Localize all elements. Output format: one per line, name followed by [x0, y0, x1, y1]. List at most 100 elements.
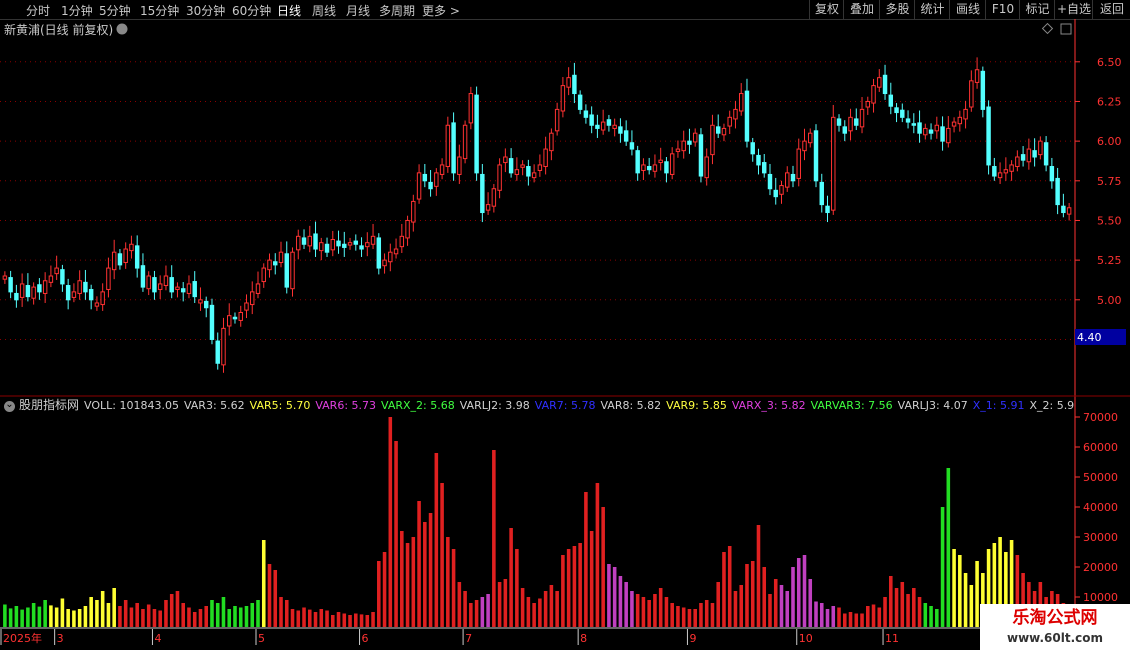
indicator-name[interactable]: 股朋指标网: [19, 398, 79, 412]
volume-bar: [607, 564, 611, 627]
volume-bar: [279, 597, 283, 627]
candle-body: [71, 291, 77, 298]
candle-body: [888, 94, 894, 107]
volume-bar: [169, 594, 174, 627]
volume-bar: [440, 483, 444, 627]
volume-bar: [572, 546, 577, 627]
volume-bar: [635, 594, 640, 627]
volume-bar: [842, 613, 847, 627]
candle-body: [1009, 164, 1014, 172]
volume-bar: [641, 597, 646, 627]
candle-body: [491, 188, 497, 207]
candle-body: [388, 251, 393, 263]
candle-body: [1049, 166, 1055, 182]
candle-body: [543, 148, 548, 168]
volume-bar: [181, 603, 185, 627]
candle-body: [1055, 177, 1060, 206]
candle-body: [111, 251, 117, 271]
volume-bar: [49, 605, 53, 627]
candle-body: [376, 237, 382, 269]
candle-body: [405, 219, 410, 239]
volume-bar: [187, 607, 191, 627]
candle-body: [1015, 156, 1020, 168]
candle-body: [963, 108, 968, 120]
x-tick-label: 10: [799, 632, 813, 645]
candle-body: [134, 245, 140, 269]
candle-body: [382, 259, 387, 267]
candle-body: [267, 259, 272, 271]
candle-body: [750, 142, 755, 155]
volume-bar: [348, 615, 352, 627]
candle-body: [2, 275, 8, 280]
volume-bar: [595, 483, 600, 627]
volume-bar: [60, 598, 65, 627]
volume-tick-label: 50000: [1083, 471, 1118, 484]
x-tick-label: 3: [57, 632, 64, 645]
volume-bar: [762, 567, 767, 627]
candle-body: [710, 124, 715, 156]
volume-bar: [555, 591, 559, 627]
candle-body: [641, 164, 646, 171]
candle-body: [336, 240, 341, 247]
candle-body: [347, 242, 353, 246]
volume-bar: [54, 607, 59, 627]
x-tick-label: 6: [362, 632, 369, 645]
candle-body: [595, 124, 600, 129]
candle-body: [273, 261, 278, 266]
volume-bar: [129, 607, 134, 627]
price-tick-label: 5.75: [1097, 175, 1122, 188]
volume-bar: [704, 600, 709, 627]
volume-bar: [365, 615, 370, 627]
candle-body: [83, 281, 88, 293]
candle-body: [342, 243, 347, 248]
watermark-logo: 乐淘公式网 www.60lt.com: [980, 604, 1130, 650]
volume-bar: [526, 597, 531, 627]
indicator-value-12: X_1: 5.91: [972, 399, 1025, 412]
volume-bar: [428, 513, 433, 627]
candle-body: [77, 280, 82, 294]
volume-bar: [802, 555, 807, 627]
candle-body: [31, 286, 36, 299]
candle-body: [900, 109, 905, 118]
indicator-value-6: VAR7: 5.78: [534, 399, 596, 412]
volume-bar: [745, 564, 749, 627]
volume-bar: [716, 582, 720, 627]
volume-bar: [72, 610, 76, 627]
candle-body: [221, 327, 226, 366]
volume-bar: [158, 610, 162, 627]
candle-body: [175, 286, 180, 290]
candle-body: [715, 126, 721, 134]
candle-body: [721, 127, 727, 136]
candle-body: [180, 288, 186, 293]
candle-body: [129, 243, 134, 252]
candle-body: [94, 302, 100, 307]
candle-body: [209, 304, 215, 340]
volume-bar: [198, 609, 203, 627]
candle-body: [928, 129, 934, 134]
volume-bar: [330, 615, 335, 627]
x-tick-label: 7: [465, 632, 472, 645]
volume-bar: [244, 606, 249, 627]
volume-bar: [77, 609, 82, 627]
volume-bar: [474, 600, 479, 627]
volume-bar: [756, 525, 761, 627]
volume-bar: [164, 600, 168, 627]
candle-body: [278, 251, 284, 264]
volume-bar: [463, 591, 467, 627]
candle-body: [1043, 142, 1049, 166]
indicator-menu-icon[interactable]: ⌄: [4, 399, 15, 412]
volume-bar: [123, 600, 128, 627]
candle-body: [871, 85, 876, 104]
volume-bar: [929, 606, 933, 627]
candle-body: [42, 280, 48, 294]
candle-body: [100, 291, 105, 306]
price-tick-label: 5.50: [1097, 214, 1122, 227]
volume-bar: [451, 549, 456, 627]
candle-body: [756, 154, 761, 166]
candle-body: [629, 142, 635, 150]
volume-bar: [808, 579, 813, 627]
volume-bar: [417, 501, 421, 627]
candle-body: [451, 122, 456, 174]
candle-body: [813, 130, 819, 182]
candle-body: [1026, 148, 1032, 163]
